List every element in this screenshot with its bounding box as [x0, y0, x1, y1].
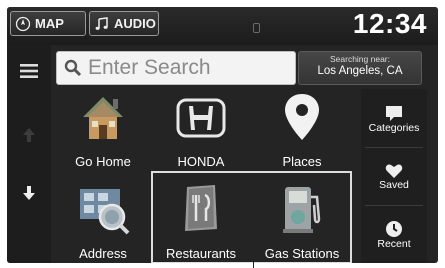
map-button[interactable]: MAP [10, 11, 86, 36]
house-icon [55, 89, 151, 145]
audio-label: AUDIO [114, 16, 156, 31]
honda-tile[interactable]: HONDA [153, 87, 249, 171]
honda-label: HONDA [177, 154, 225, 169]
go-home-tile[interactable]: Go Home [55, 87, 151, 171]
highlight-frame [151, 171, 352, 263]
clock: 12:34 [352, 8, 427, 39]
menu-button[interactable] [7, 51, 51, 91]
left-rail [7, 45, 51, 263]
status-indicator [253, 23, 260, 33]
searching-near-label: Searching near: [329, 54, 390, 64]
honda-logo-icon [153, 89, 249, 145]
clock-icon [386, 221, 402, 237]
address-label: Address [79, 246, 127, 261]
audio-button[interactable]: AUDIO [89, 11, 159, 36]
heart-icon [385, 164, 403, 178]
places-label: Places [282, 154, 322, 169]
address-tile[interactable]: Address [55, 179, 151, 263]
categories-label: Categories [368, 122, 420, 134]
recent-label: Recent [377, 238, 411, 250]
compass-icon [15, 16, 31, 32]
search-icon [64, 59, 82, 77]
places-tile[interactable]: Places [254, 87, 350, 171]
searching-near-city: Los Angeles, CA [317, 65, 403, 77]
recent-button[interactable]: Recent [361, 207, 427, 263]
scroll-up-button[interactable] [7, 115, 51, 155]
go-home-label: Go Home [75, 154, 131, 169]
categories-button[interactable]: Categories [361, 91, 427, 147]
address-icon [55, 181, 151, 237]
menu-divider [365, 147, 423, 148]
right-menu: Categories Saved Recent [361, 89, 427, 263]
saved-label: Saved [379, 179, 409, 191]
hamburger-icon [20, 64, 38, 78]
nav-screen: MAP AUDIO 12:34 Enter Search Searching n… [7, 7, 438, 263]
map-label: MAP [35, 16, 64, 31]
search-input[interactable]: Enter Search [56, 51, 296, 85]
searching-near-button[interactable]: Searching near: Los Angeles, CA [298, 51, 422, 85]
arrow-up-icon [23, 128, 35, 142]
saved-button[interactable]: Saved [361, 149, 427, 205]
menu-divider [365, 205, 423, 206]
music-note-icon [94, 16, 110, 32]
top-bar: MAP AUDIO 12:34 [7, 7, 438, 45]
arrow-down-icon [23, 186, 35, 200]
scroll-down-button[interactable] [7, 173, 51, 213]
categories-icon [386, 106, 402, 121]
search-placeholder: Enter Search [88, 56, 211, 79]
map-pin-icon [254, 89, 350, 145]
callout-line [253, 258, 254, 268]
